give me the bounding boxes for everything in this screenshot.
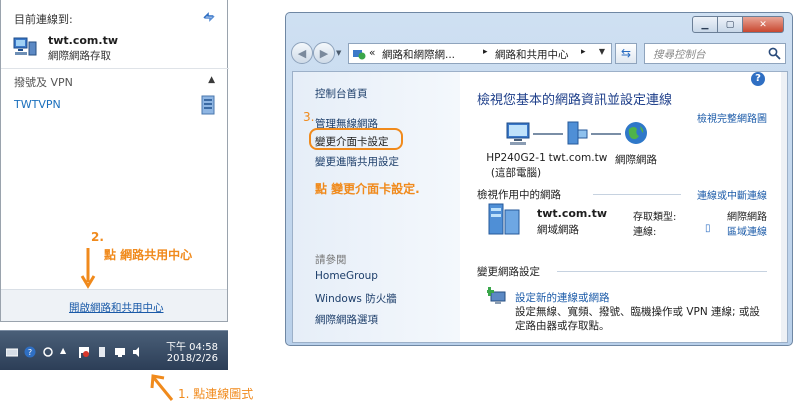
vpn-name: TWTVPN <box>14 98 61 111</box>
navigation-bar: ◀ ▶ ▼ « 網路和網際網... ▸ 網路和共用中心 ▸ ▼ ⇆ 搜尋控制台 <box>286 39 792 69</box>
breadcrumb-arrow-2[interactable]: ▸ <box>581 47 586 57</box>
connection-status: 網際網路存取 <box>48 50 111 62</box>
search-input[interactable]: 搜尋控制台 <box>644 43 786 64</box>
help-icon[interactable]: ? <box>24 346 36 358</box>
page-title: 檢視您基本的網路資訊並設定連線 <box>477 93 673 108</box>
step1-note: 1. 點連線圖式 <box>178 387 254 401</box>
setup-new-connection-desc: 設定無線、寬頻、撥號、臨機操作或 VPN 連線; 或設定路由器或存取點。 <box>515 306 760 332</box>
back-button[interactable]: ◀ <box>291 42 313 64</box>
step2-arrow-icon <box>80 248 96 289</box>
connections-label: 連線: <box>633 227 657 238</box>
vpn-section-label: 撥號及 VPN <box>14 76 73 89</box>
step2-number: 2. <box>91 230 104 244</box>
collapse-caret-icon[interactable]: ▲ <box>208 75 215 85</box>
change-settings-heading: 變更網路設定 <box>477 266 540 278</box>
network-center-main: ? 檢視您基本的網路資訊並設定連線 檢視完整網路圖 HP240G2-1 (這部電… <box>465 72 787 342</box>
network-refresh-icon[interactable] <box>201 9 217 25</box>
breadcrumb-sharing-center[interactable]: 網路和共用中心 <box>495 47 569 62</box>
power-icon[interactable] <box>96 346 108 358</box>
network-computer-icon <box>13 37 37 56</box>
see-also-homegroup[interactable]: HomeGroup <box>315 270 378 282</box>
see-also-internet-options[interactable]: 網際網路選項 <box>315 312 378 327</box>
search-placeholder: 搜尋控制台 <box>653 49 706 61</box>
show-hidden-icons-icon[interactable]: ▲ <box>60 346 72 358</box>
see-also-label: 請參閱 <box>315 254 347 266</box>
control-panel-content: 控制台首頁 3. 管理無線網路 變更介面卡設定 變更進階共用設定 點 變更介面卡… <box>292 71 788 343</box>
internet-globe-icon[interactable] <box>623 120 649 146</box>
network-tray-icon[interactable] <box>114 346 126 358</box>
local-connection-icon: ▯ <box>705 223 711 234</box>
connect-disconnect-link[interactable]: 連線或中斷連線 <box>697 187 767 202</box>
flyout-divider <box>1 68 229 69</box>
back-arrow-icon: ◀ <box>297 46 307 60</box>
change-settings-rule <box>557 271 767 272</box>
step2-note: 點 網路共用中心 <box>104 248 193 262</box>
network-flyout: 目前連線到: twt.com.tw 網際網路存取 撥號及 VPN ▲ TWTVP… <box>0 0 229 322</box>
control-panel-sidebar: 控制台首頁 3. 管理無線網路 變更介面卡設定 變更進階共用設定 點 變更介面卡… <box>293 72 460 342</box>
breadcrumb-separator: « <box>369 47 376 59</box>
network-node-icon[interactable] <box>565 120 589 148</box>
action-center-flag-icon[interactable] <box>78 346 90 358</box>
vertical-scrollbar[interactable] <box>781 72 787 342</box>
active-network-name: twt.com.tw <box>537 207 607 220</box>
sidebar-control-panel-home[interactable]: 控制台首頁 <box>315 86 368 101</box>
minimize-button[interactable]: ▁ <box>692 16 718 33</box>
map-link-line-1 <box>533 133 563 135</box>
window-controls: ▁ ▢ ✕ <box>692 16 784 34</box>
vpn-section-header[interactable]: 撥號及 VPN ▲ <box>1 72 229 90</box>
search-icon[interactable] <box>768 47 781 60</box>
computer-icon[interactable] <box>505 120 533 148</box>
active-network-type[interactable]: 網域網路 <box>537 222 579 237</box>
step3-note: 點 變更介面卡設定. <box>315 182 420 196</box>
help-icon[interactable]: ? <box>751 72 765 86</box>
close-button[interactable]: ✕ <box>742 16 784 33</box>
forward-button[interactable]: ▶ <box>313 42 335 64</box>
setup-new-connection-link[interactable]: 設定新的連線或網路 <box>515 290 610 305</box>
address-bar[interactable]: « 網路和網際網... ▸ 網路和共用中心 ▸ ▼ <box>348 43 612 64</box>
forward-arrow-icon: ▶ <box>319 46 329 60</box>
domain-network-icon <box>488 203 520 235</box>
active-networks-heading: 檢視作用中的網路 <box>477 189 561 201</box>
local-connection-link[interactable]: 區域連線 <box>727 223 767 238</box>
refresh-icon: ⇆ <box>620 46 632 60</box>
step1-arrow-icon <box>150 374 174 401</box>
network-map: HP240G2-1 (這部電腦) twt.com.tw 網際網路 <box>475 120 775 180</box>
keyboard-icon[interactable] <box>6 346 18 358</box>
map-link-line-2 <box>591 133 621 135</box>
recent-pages-dropdown[interactable]: ▼ <box>336 49 341 57</box>
vpn-server-icon <box>201 95 215 115</box>
map-sublabel-computer: (這部電腦) <box>490 167 542 179</box>
sidebar-change-advanced-sharing[interactable]: 變更進階共用設定 <box>315 154 399 169</box>
current-connection: twt.com.tw 網際網路存取 <box>13 34 213 62</box>
network-folder-icon <box>353 50 366 60</box>
active-networks-rule <box>593 194 681 195</box>
connection-name: twt.com.tw <box>48 34 118 47</box>
breadcrumb-network-internet[interactable]: 網路和網際網... <box>382 47 455 62</box>
clock-time[interactable]: 下午 04:58 <box>166 338 218 353</box>
taskbar: ? ▲ 下午 04:58 2018/2/26 <box>0 330 228 370</box>
highlight-box <box>309 128 403 150</box>
refresh-button[interactable]: ⇆ <box>615 43 637 64</box>
svg-text:?: ? <box>28 348 32 357</box>
open-network-center-link[interactable]: 開啟網路和共用中心 <box>69 300 164 315</box>
control-panel-window: ▁ ▢ ✕ ◀ ▶ ▼ « 網路和網際網... ▸ 網路和共用中心 ▸ ▼ ⇆ … <box>285 12 793 346</box>
breadcrumb-arrow-1[interactable]: ▸ <box>483 47 488 57</box>
step3-number: 3. <box>303 110 315 124</box>
access-type-label: 存取類型: <box>633 212 677 223</box>
map-label-internet: 網際網路 <box>615 154 657 166</box>
flyout-footer: 開啟網路和共用中心 <box>1 289 227 321</box>
new-connection-icon <box>487 287 506 304</box>
clock-date[interactable]: 2018/2/26 <box>167 353 218 364</box>
vpn-item[interactable]: TWTVPN <box>1 94 229 116</box>
flyout-header: 目前連線到: <box>14 13 73 26</box>
see-also-windows-firewall[interactable]: Windows 防火牆 <box>315 291 397 306</box>
language-icon[interactable] <box>42 346 54 358</box>
access-type-value: 網際網路 <box>727 212 767 223</box>
maximize-button[interactable]: ▢ <box>717 16 743 33</box>
volume-icon[interactable] <box>132 346 144 358</box>
address-dropdown-icon[interactable]: ▼ <box>595 47 609 61</box>
